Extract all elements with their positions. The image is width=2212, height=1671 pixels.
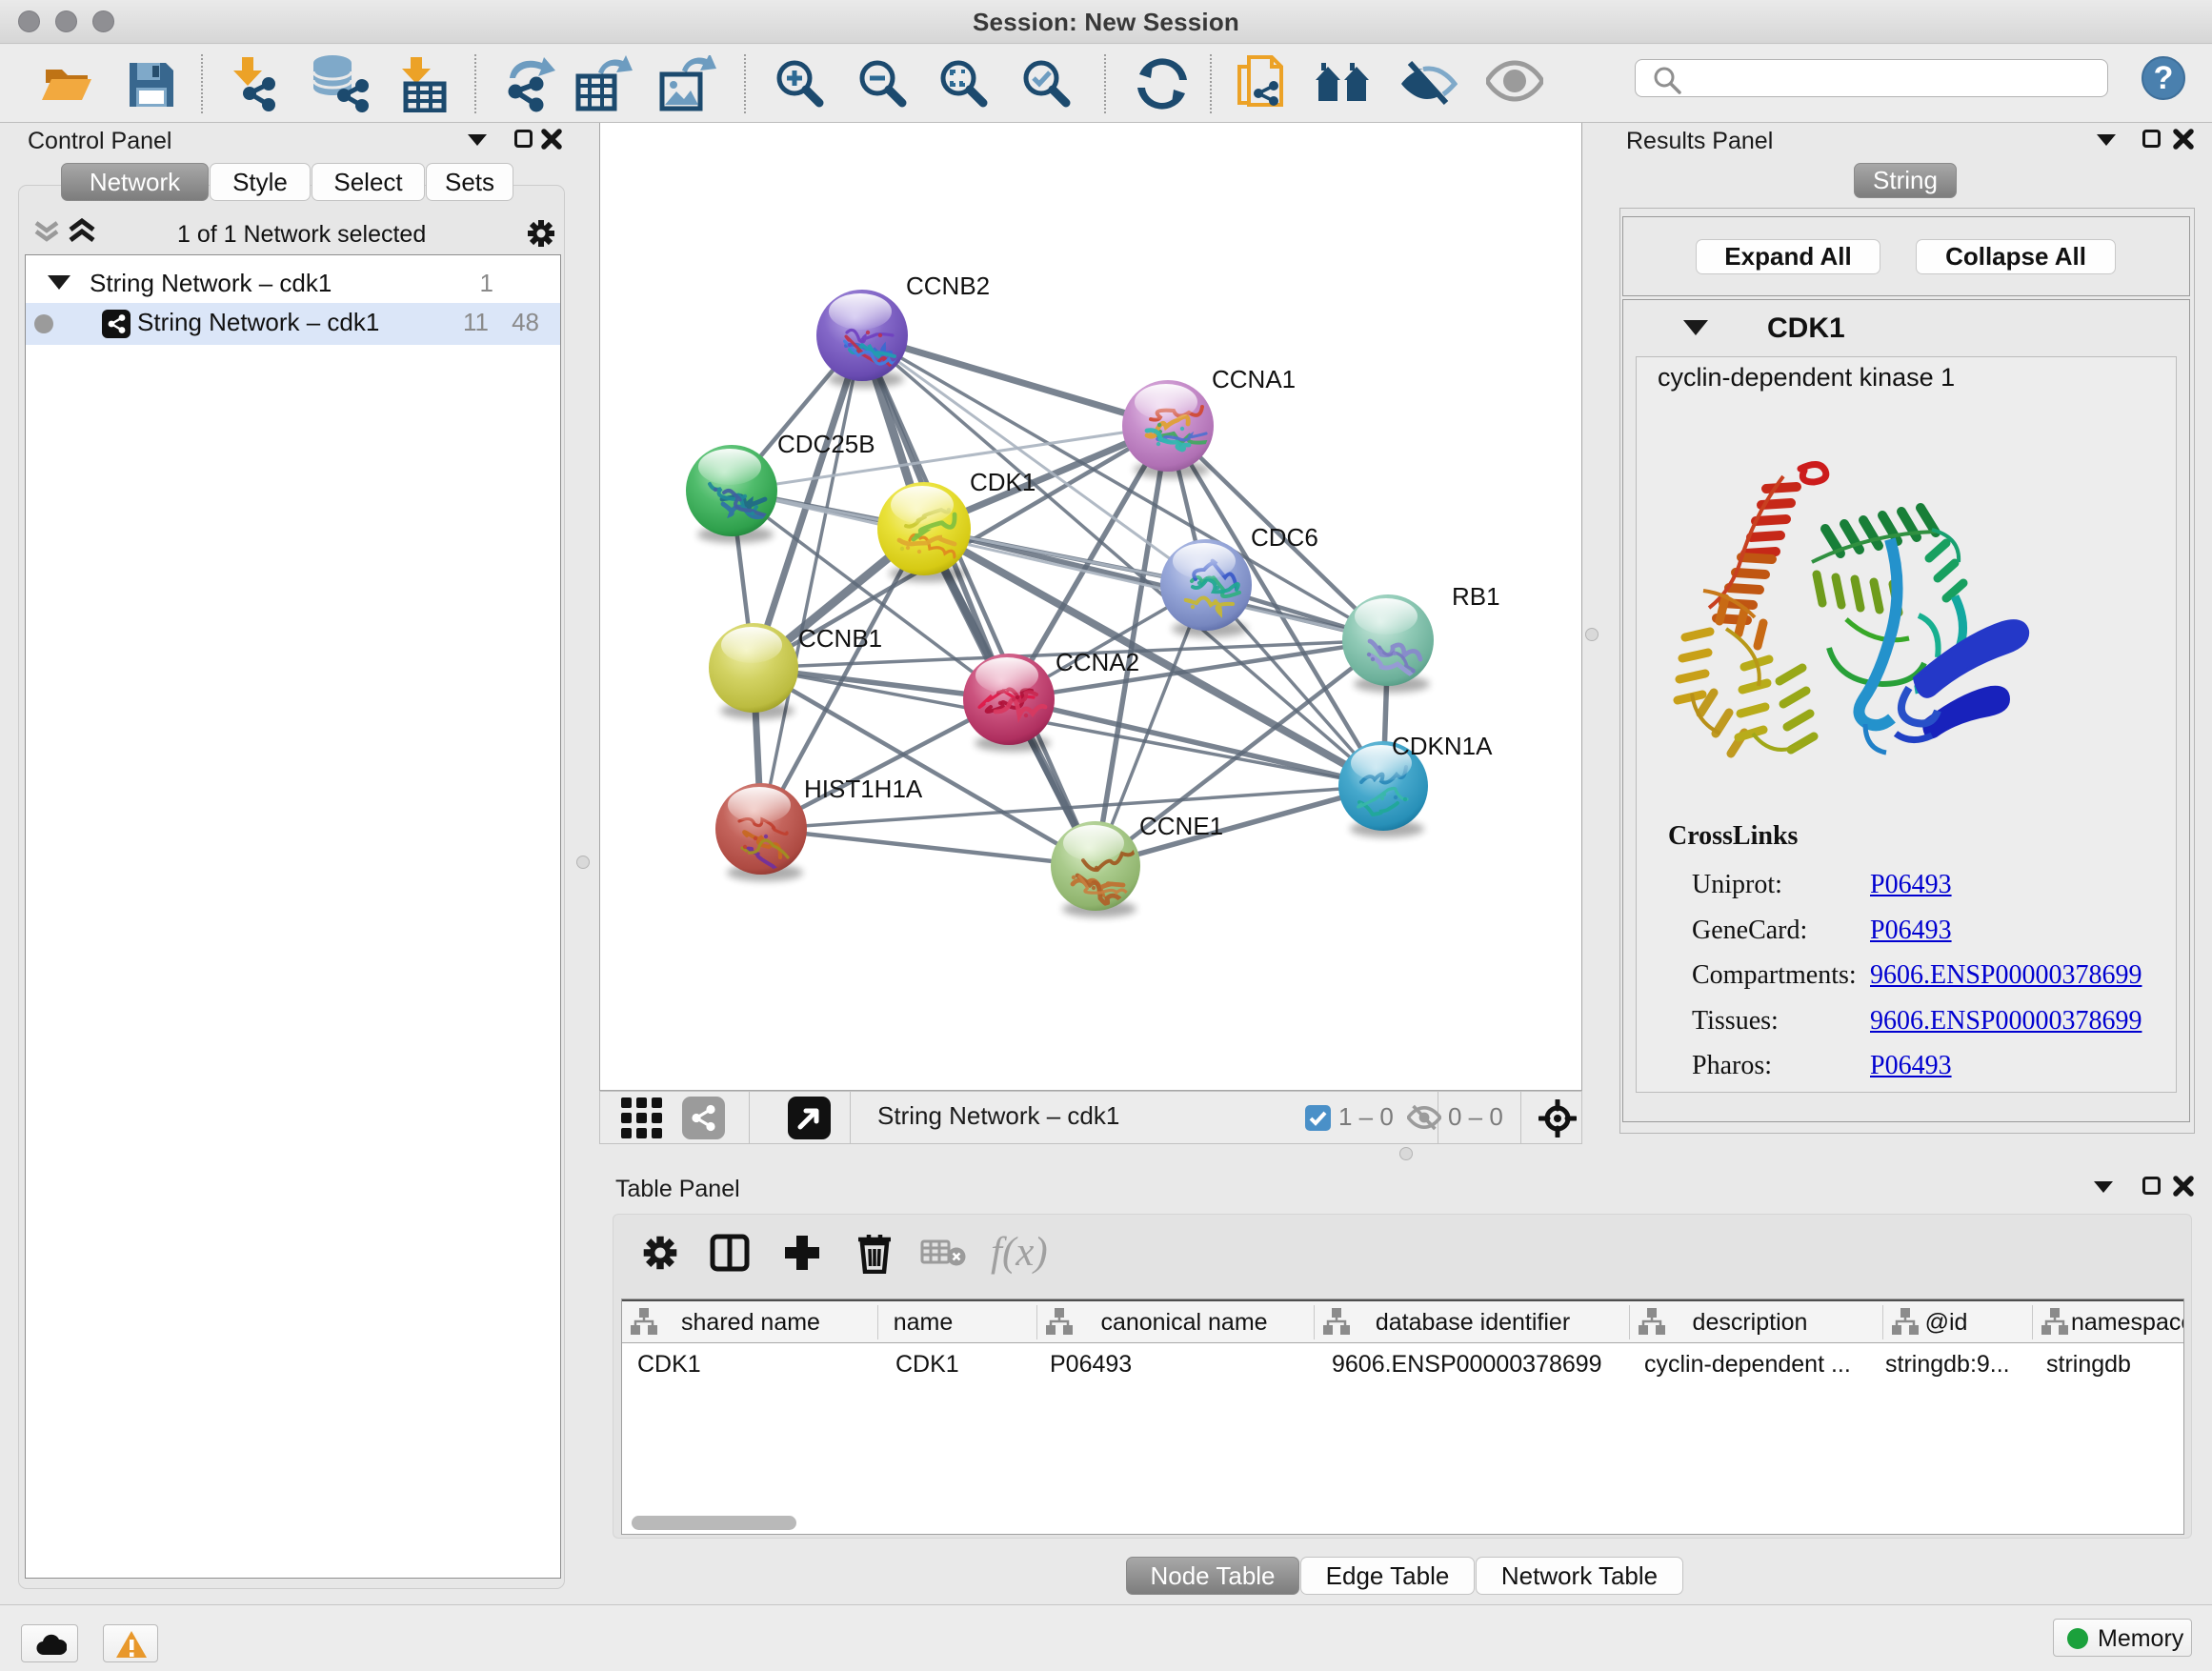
svg-text:CCNA2: CCNA2 — [1056, 648, 1139, 676]
svg-text:CCNE1: CCNE1 — [1139, 812, 1223, 840]
svg-text:CDC25B: CDC25B — [777, 430, 875, 458]
svg-text:CCNA1: CCNA1 — [1212, 365, 1296, 393]
svg-text:HIST1H1A: HIST1H1A — [804, 775, 923, 803]
svg-text:CDKN1A: CDKN1A — [1392, 732, 1493, 760]
svg-text:CCNB2: CCNB2 — [906, 272, 990, 300]
svg-text:CCNB1: CCNB1 — [798, 624, 882, 653]
svg-text:CDC6: CDC6 — [1251, 523, 1318, 552]
svg-text:CDK1: CDK1 — [970, 468, 1036, 496]
svg-text:RB1: RB1 — [1452, 582, 1500, 611]
